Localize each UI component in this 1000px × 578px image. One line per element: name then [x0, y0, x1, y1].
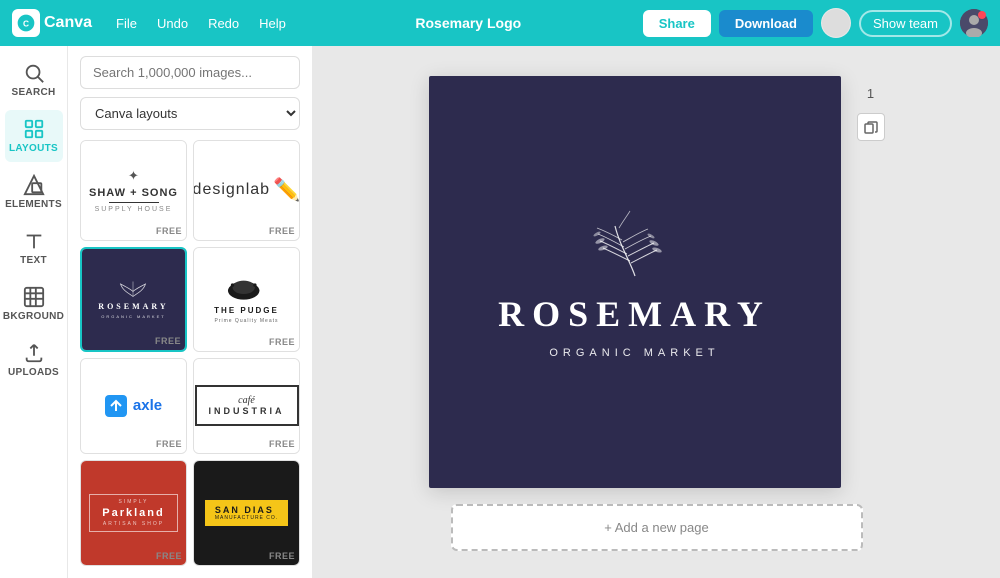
panel-search — [68, 46, 312, 97]
user-avatar-small — [821, 8, 851, 38]
show-team-button[interactable]: Show team — [859, 10, 952, 37]
sidebar-item-background[interactable]: BKGROUND — [5, 278, 63, 330]
menu-file[interactable]: File — [108, 12, 145, 35]
user-avatar-wrapper — [960, 9, 988, 37]
layout-card-sandias[interactable]: SAN DIAS MANUFACTURE CO. FREE — [193, 460, 300, 566]
sidebar-label-uploads: UPLOADS — [8, 367, 59, 378]
free-badge-cafe: FREE — [269, 439, 295, 449]
rosemary-sprig-svg — [575, 206, 695, 281]
layout-preview-rosemary: ROSEMARY ORGANIC MARKET — [82, 249, 185, 350]
canvas-area: ROSEMARY ORGANIC MARKET 1 + Add a new pa… — [313, 46, 1000, 578]
duplicate-page-button[interactable] — [857, 113, 885, 141]
add-page-button[interactable]: + Add a new page — [451, 504, 863, 551]
main-layout: SEARCH LAYOUTS ELEMENTS — [0, 46, 1000, 578]
canvas-side-controls: 1 — [857, 76, 885, 141]
free-badge-rosemary: FREE — [155, 336, 181, 346]
svg-text:C: C — [23, 18, 29, 28]
layouts-icon — [23, 118, 45, 140]
free-badge-shaw: FREE — [156, 226, 182, 236]
icon-sidebar: SEARCH LAYOUTS ELEMENTS — [0, 46, 68, 578]
search-icon — [23, 62, 45, 84]
doc-title[interactable]: Rosemary Logo — [415, 15, 521, 31]
free-badge-designlab: FREE — [269, 226, 295, 236]
canvas-preview[interactable]: ROSEMARY ORGANIC MARKET — [429, 76, 841, 488]
layout-preview-pudge: THE PUDGE Prime Quality Meats — [194, 248, 299, 351]
notification-dot — [978, 11, 986, 19]
sidebar-label-background: BKGROUND — [3, 311, 64, 322]
layout-card-designlab[interactable]: designlab ✏️ FREE — [193, 140, 300, 241]
elements-icon — [23, 174, 45, 196]
free-badge-parkland: FREE — [156, 551, 182, 561]
sidebar-label-search: SEARCH — [11, 87, 55, 98]
menu-undo[interactable]: Undo — [149, 12, 196, 35]
sidebar-item-elements[interactable]: ELEMENTS — [5, 166, 63, 218]
topbar-menu: File Undo Redo Help — [108, 12, 294, 35]
layouts-grid: ✦ SHAW + SONG SUPPLY HOUSE FREE designla… — [68, 140, 312, 578]
sidebar-label-layouts: LAYOUTS — [9, 143, 58, 154]
layout-card-shaw-song[interactable]: ✦ SHAW + SONG SUPPLY HOUSE FREE — [80, 140, 187, 241]
sidebar-item-text[interactable]: TEXT — [5, 222, 63, 274]
menu-redo[interactable]: Redo — [200, 12, 247, 35]
layout-card-cafe[interactable]: café INDUSTRIA FREE — [193, 358, 300, 455]
panel-dropdown: Canva layouts My layouts — [80, 97, 300, 130]
share-button[interactable]: Share — [643, 10, 711, 37]
panel: Canva layouts My layouts ✦ SHAW + SONG S… — [68, 46, 313, 578]
topbar-right: Share Download Show team — [643, 8, 988, 38]
layout-preview-parkland: SIMPLY Parkland ARTISAN SHOP — [81, 461, 186, 565]
copy-icon — [864, 120, 878, 134]
uploads-icon — [23, 342, 45, 364]
text-icon — [23, 230, 45, 252]
topbar: C Canva File Undo Redo Help Rosemary Log… — [0, 0, 1000, 46]
menu-help[interactable]: Help — [251, 12, 294, 35]
sidebar-item-uploads[interactable]: UPLOADS — [5, 334, 63, 386]
layouts-dropdown[interactable]: Canva layouts My layouts — [80, 97, 300, 130]
layout-card-rosemary[interactable]: ROSEMARY ORGANIC MARKET FREE — [80, 247, 187, 352]
canvas-subtitle: ORGANIC MARKET — [549, 347, 719, 359]
layout-card-pudge[interactable]: THE PUDGE Prime Quality Meats FREE — [193, 247, 300, 352]
sidebar-item-search[interactable]: SEARCH — [5, 54, 63, 106]
canva-logo-text: Canva — [44, 14, 92, 32]
sidebar-label-text: TEXT — [20, 255, 47, 266]
layout-card-axle[interactable]: axle FREE — [80, 358, 187, 455]
canvas-with-controls: ROSEMARY ORGANIC MARKET 1 — [429, 76, 885, 488]
canvas-title: ROSEMARY — [498, 293, 771, 335]
sidebar-label-elements: ELEMENTS — [5, 199, 62, 210]
free-badge-pudge: FREE — [269, 337, 295, 347]
page-number: 1 — [867, 86, 874, 101]
canva-logo-icon: C — [12, 9, 40, 37]
search-input[interactable] — [80, 56, 300, 89]
download-button[interactable]: Download — [719, 10, 813, 37]
topbar-center: Rosemary Logo — [302, 15, 635, 31]
layout-preview-sandias: SAN DIAS MANUFACTURE CO. — [194, 461, 299, 565]
background-icon — [23, 286, 45, 308]
free-badge-axle: FREE — [156, 439, 182, 449]
layout-card-parkland[interactable]: SIMPLY Parkland ARTISAN SHOP FREE — [80, 460, 187, 566]
free-badge-sandias: FREE — [269, 551, 295, 561]
sidebar-item-layouts[interactable]: LAYOUTS — [5, 110, 63, 162]
canva-logo[interactable]: C Canva — [12, 9, 92, 37]
